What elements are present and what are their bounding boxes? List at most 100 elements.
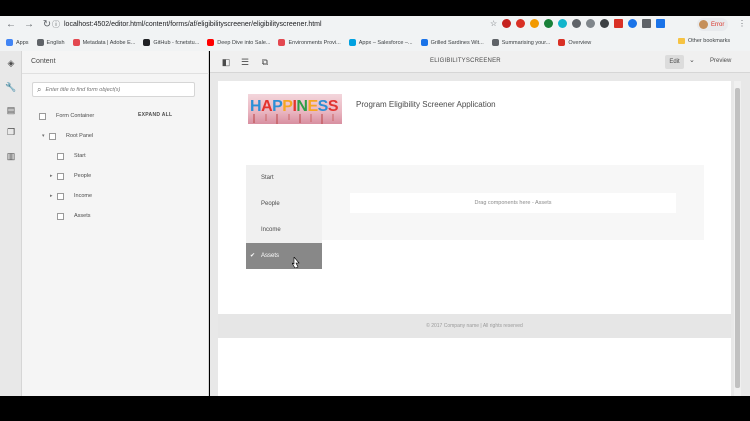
form-page: HAPPINESS Program Eligibility Screener A… <box>218 81 731 396</box>
profile-button[interactable]: Error <box>697 18 729 31</box>
bookmark-label: Deep Dive into Sale... <box>217 39 271 46</box>
bookmark-item[interactable]: Appx – Salesforce –... <box>348 39 413 46</box>
back-icon[interactable]: ← <box>4 18 18 32</box>
scrollbar-thumb[interactable] <box>735 88 740 388</box>
extensions-puzzle-icon[interactable] <box>642 19 652 28</box>
extension-icon[interactable] <box>656 19 666 28</box>
bookmark-star-icon[interactable]: ☆ <box>490 19 497 28</box>
data-model-icon[interactable]: ▥ <box>5 150 17 162</box>
bookmark-favicon-icon <box>491 39 499 46</box>
wizard-nav-label: Income <box>261 227 281 233</box>
preview-button[interactable]: Preview <box>710 58 731 64</box>
video-letterbox-bottom <box>0 396 750 421</box>
bookmark-item[interactable]: Environments Provi... <box>278 39 341 46</box>
wizard-nav-label: People <box>261 201 280 207</box>
bookmark-item[interactable]: Summarising your... <box>491 39 551 46</box>
wizard-nav-item-income[interactable]: Income <box>246 217 322 243</box>
other-bookmarks[interactable]: Other bookmarks <box>678 38 730 44</box>
bookmark-item[interactable]: Deep Dive into Sale... <box>207 39 270 46</box>
wizard-nav-item-assets[interactable]: ✔ Assets <box>246 243 322 269</box>
extension-icon[interactable] <box>600 19 610 28</box>
extension-icon[interactable] <box>572 19 582 28</box>
bookmark-item[interactable]: GitHub - fcnetstu... <box>143 39 199 46</box>
tree-item-label: Income <box>74 193 93 199</box>
logo-letter: N <box>296 98 308 115</box>
panel-node-icon <box>57 172 64 180</box>
bookmark-item[interactable]: Grilled Sardines Wit... <box>420 39 484 46</box>
extension-icon[interactable] <box>586 19 596 28</box>
wizard-nav-label: Start <box>261 175 274 181</box>
bookmark-label: Overview <box>568 39 592 46</box>
bookmark-label: English <box>46 39 65 46</box>
panel-node-icon <box>49 132 56 140</box>
wizard-navigation: Start People Income ✔ Assets <box>246 165 322 269</box>
components-icon[interactable]: ▤ <box>5 104 17 116</box>
extension-icon[interactable] <box>502 19 512 28</box>
logo-drips <box>253 114 334 124</box>
profile-status-label: Error <box>711 21 725 28</box>
chevron-down-icon[interactable]: ⌄ <box>689 56 695 64</box>
browser-chrome: ← → ↻ ⓘ localhost:4502/editor.html/conte… <box>0 16 750 51</box>
happiness-logo: HAPPINESS <box>248 94 342 124</box>
tree-item[interactable]: ▾ Root Panel <box>42 130 93 142</box>
extension-icon[interactable] <box>516 19 526 28</box>
wizard-nav-item-people[interactable]: People <box>246 191 322 217</box>
extension-icon[interactable] <box>628 19 638 28</box>
expand-all-button[interactable]: EXPAND ALL <box>138 112 172 118</box>
tree-item[interactable]: Form Container <box>32 110 94 122</box>
bookmark-favicon-icon <box>6 39 13 46</box>
extension-icon[interactable] <box>530 19 540 28</box>
video-letterbox-top <box>0 0 750 16</box>
tree-item[interactable]: ▸ People <box>50 170 91 182</box>
side-rail: ◈ 🔧 ▤ ❐ ▥ <box>0 51 22 396</box>
edit-mode-button[interactable]: Edit <box>665 55 684 69</box>
tree-item-label: Start <box>74 153 86 159</box>
bookmark-label: Appx – Salesforce –... <box>358 39 413 46</box>
extension-icon[interactable] <box>614 19 624 28</box>
bookmark-label: Metadata | Adobe E... <box>82 39 136 46</box>
mouse-pointer-icon <box>292 257 300 268</box>
application-title: Program Eligibility Screener Application <box>356 100 496 109</box>
assets-icon[interactable]: ❐ <box>5 126 17 138</box>
logo-letter: S <box>317 98 329 115</box>
bookmark-item[interactable]: English <box>36 39 65 46</box>
drop-zone[interactable]: Drag components here - Assets <box>350 193 676 213</box>
forward-icon[interactable]: → <box>22 18 36 32</box>
layers-icon[interactable]: ◈ <box>5 57 17 69</box>
bookmark-item[interactable]: Metadata | Adobe E... <box>72 39 136 46</box>
bookmark-favicon-icon <box>36 39 44 46</box>
emulator-icon[interactable]: ⧉ <box>259 56 271 68</box>
tree-item[interactable]: Start <box>50 150 86 162</box>
tree-item[interactable]: Assets <box>50 210 91 222</box>
bookmark-item[interactable]: Overview <box>558 39 591 46</box>
panel-node-icon <box>57 152 64 160</box>
panel-node-icon <box>39 112 46 120</box>
logo-letter: E <box>307 98 318 115</box>
tree-expand-icon[interactable]: ▸ <box>50 193 57 199</box>
bookmark-label: Summarising your... <box>501 39 551 46</box>
editor-toolbar: ◧ ☰ ⧉ ELIGIBILITYSCREENER Edit ⌄ Preview <box>210 51 750 73</box>
tree-item[interactable]: ▸ Income <box>50 190 92 202</box>
tree-item-label: Form Container <box>56 113 95 119</box>
bookmark-item[interactable]: Apps <box>6 39 29 46</box>
extension-icon[interactable] <box>544 19 554 28</box>
wizard-nav-item-start[interactable]: Start <box>246 165 322 191</box>
panel-title: Content <box>31 58 56 65</box>
bookmark-label: Apps <box>16 39 29 46</box>
search-input[interactable] <box>45 86 186 93</box>
extension-icons: ☆ <box>490 19 666 28</box>
wizard-nav-label: Assets <box>261 253 280 259</box>
tree-expand-icon[interactable]: ▸ <box>50 173 57 179</box>
extension-icon[interactable] <box>558 19 568 28</box>
page-properties-icon[interactable]: ☰ <box>239 56 251 68</box>
address-bar[interactable]: ⓘ localhost:4502/editor.html/content/for… <box>52 18 492 32</box>
browser-menu-icon[interactable]: ⋮ <box>738 19 746 28</box>
toggle-side-panel-icon[interactable]: ◧ <box>220 56 232 68</box>
bookmark-favicon-icon <box>143 39 151 46</box>
search-field[interactable]: ⌕ <box>32 82 195 97</box>
wrench-icon[interactable]: 🔧 <box>5 81 17 93</box>
info-icon[interactable]: ⓘ <box>52 18 60 32</box>
panel-node-icon <box>57 192 64 200</box>
tree-expand-icon[interactable]: ▾ <box>42 133 49 139</box>
address-text[interactable]: localhost:4502/editor.html/content/forms… <box>64 18 322 32</box>
